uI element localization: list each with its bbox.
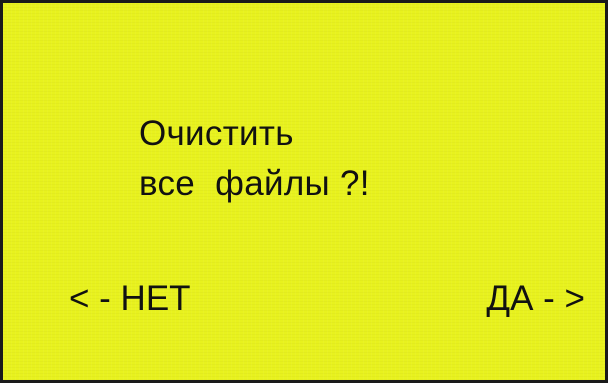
yes-softkey[interactable]: ДА - > [486,277,585,321]
no-softkey[interactable]: < - НЕТ [69,277,191,321]
message-line-2: все файлы ?! [139,164,370,203]
confirm-message: Очистить все файлы ?! [139,109,370,209]
lcd-screen: Очистить все файлы ?! < - НЕТ ДА - > [0,0,608,383]
message-line-1: Очистить [139,114,294,153]
